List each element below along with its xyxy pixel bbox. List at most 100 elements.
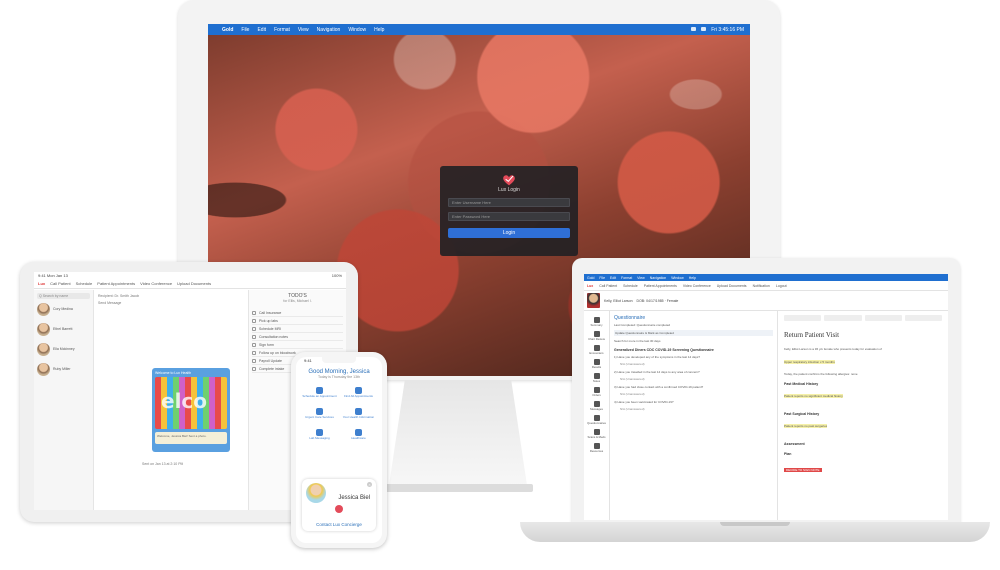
contact-search-input[interactable]: Q Search by name bbox=[37, 293, 90, 299]
menu-format[interactable]: Format bbox=[621, 276, 632, 280]
toolbar-schedule[interactable]: Schedule bbox=[76, 281, 93, 286]
lux-logo[interactable]: Lux bbox=[587, 284, 593, 288]
nav-chart-review[interactable]: Chart Review bbox=[584, 329, 609, 343]
battery-icon[interactable] bbox=[701, 26, 707, 31]
contact-item[interactable]: Ruby Miller bbox=[37, 363, 90, 376]
chat-send-message[interactable]: Send Message bbox=[98, 301, 244, 305]
toolbar-video-conference[interactable]: Video Conference bbox=[140, 281, 172, 286]
contacts-sidebar: Q Search by name Cory Medina Ethel Barre… bbox=[34, 290, 94, 510]
contact-item[interactable]: Ethel Barrett bbox=[37, 323, 90, 336]
tile-find-appointments[interactable]: Find All Appointments bbox=[341, 384, 376, 402]
chat-image-caption: Welcome to Lux Health bbox=[155, 371, 192, 375]
toolbar-logout[interactable]: Logout bbox=[776, 284, 787, 288]
nav-orders[interactable]: Orders bbox=[584, 385, 609, 399]
toolbar-notification[interactable]: Notification bbox=[753, 284, 770, 288]
tile-healthcare[interactable]: Healthcare bbox=[341, 426, 376, 444]
menu-app-name[interactable]: Gold bbox=[587, 276, 594, 280]
toolbar-video-conference[interactable]: Video Conference bbox=[683, 284, 711, 288]
nav-notes[interactable]: Notes bbox=[584, 371, 609, 385]
note-text: Kelly, Elliot Larson is a 36 y/o female … bbox=[784, 347, 882, 351]
checkbox[interactable] bbox=[252, 342, 256, 347]
lux-logo[interactable]: Lux bbox=[38, 281, 45, 286]
sign-note-badge[interactable]: DECIDE TO SIGN NOTE bbox=[784, 468, 822, 472]
menu-help[interactable]: Help bbox=[689, 276, 696, 280]
answer[interactable]: N/A (Unanswered) bbox=[620, 407, 773, 411]
tile-schedule-appointment[interactable]: Schedule an Appointment bbox=[302, 384, 337, 402]
heart-icon bbox=[335, 505, 343, 513]
menu-view[interactable]: View bbox=[637, 276, 645, 280]
checkbox[interactable] bbox=[252, 326, 256, 331]
menu-format[interactable]: Format bbox=[274, 27, 290, 33]
toolbar-schedule[interactable]: Schedule bbox=[623, 284, 638, 288]
toolbar-call-patient[interactable]: Call Patient bbox=[599, 284, 617, 288]
menu-navigation[interactable]: Navigation bbox=[650, 276, 667, 280]
nav-encounters[interactable]: Encounters bbox=[584, 343, 609, 357]
spacing-select[interactable] bbox=[904, 315, 942, 321]
nav-summary[interactable]: Summary bbox=[584, 315, 609, 329]
tile-health-information[interactable]: Your Health Information bbox=[341, 405, 376, 423]
nav-results[interactable]: Results bbox=[584, 357, 609, 371]
style-select[interactable] bbox=[864, 315, 902, 321]
checkbox[interactable] bbox=[252, 358, 256, 363]
ipad-time: 9:41 Mon Jan 13 bbox=[38, 273, 68, 278]
photo-text: elco bbox=[161, 389, 208, 413]
contact-name: Ruby Miller bbox=[53, 367, 71, 372]
contact-concierge-button[interactable]: Contact Lux Concierge bbox=[307, 522, 371, 527]
answer[interactable]: N/A (Unanswered) bbox=[620, 377, 773, 381]
todo-item[interactable]: Schedule MRI bbox=[252, 325, 343, 333]
checkbox[interactable] bbox=[252, 366, 256, 371]
todo-item[interactable]: Call Insurance bbox=[252, 309, 343, 317]
todo-item[interactable]: Pick up labs bbox=[252, 317, 343, 325]
menu-edit[interactable]: Edit bbox=[257, 27, 266, 33]
menu-window[interactable]: Window bbox=[348, 27, 366, 33]
contact-item[interactable]: Cory Medina bbox=[37, 303, 90, 316]
menu-help[interactable]: Help bbox=[374, 27, 384, 33]
checkbox[interactable] bbox=[252, 334, 256, 339]
tile-urgent-care[interactable]: Urgent Care Services bbox=[302, 405, 337, 423]
concierge-card: × Jessica Biel Contact Lux Concierge bbox=[302, 479, 376, 531]
checkbox[interactable] bbox=[252, 310, 256, 315]
contact-name: Ethel Barrett bbox=[53, 327, 73, 332]
chat-image-message[interactable]: Welcome to Lux Health elco Welcome, Jess… bbox=[152, 368, 230, 452]
contact-item[interactable]: Ella Mckinney bbox=[37, 343, 90, 356]
checkbox[interactable] bbox=[252, 318, 256, 323]
toolbar-upload-documents[interactable]: Upload Documents bbox=[717, 284, 747, 288]
nav-resources[interactable]: Resources bbox=[584, 441, 609, 455]
toolbar-appointments[interactable]: Patient Appointments bbox=[644, 284, 677, 288]
font-select[interactable] bbox=[784, 315, 822, 321]
password-field[interactable]: Enter Password Here bbox=[448, 212, 570, 221]
menu-app-name[interactable]: Gold bbox=[222, 27, 233, 33]
wifi-icon[interactable] bbox=[691, 26, 697, 31]
menu-file[interactable]: File bbox=[599, 276, 605, 280]
questionnaire-search[interactable]: Search for more in the last 30 days bbox=[614, 339, 773, 343]
tile-lab-messaging[interactable]: Lab Messaging bbox=[302, 426, 337, 444]
nav-messages[interactable]: Messages bbox=[584, 399, 609, 413]
username-field[interactable]: Enter Username Here bbox=[448, 198, 570, 207]
nav-questionnaires[interactable]: Questionnaires bbox=[584, 413, 609, 427]
visit-note-editor[interactable]: Return Patient Visit Kelly, Elliot Larso… bbox=[778, 311, 948, 520]
chat-timestamp: Sent on Jan 13 at 2:10 PM bbox=[142, 462, 184, 466]
todo-item[interactable]: Consultation notes bbox=[252, 333, 343, 341]
menu-file[interactable]: File bbox=[241, 27, 249, 33]
laptop-menubar: Gold File Edit Format View Navigation Wi… bbox=[584, 274, 948, 281]
toolbar-upload-documents[interactable]: Upload Documents bbox=[177, 281, 211, 286]
answer[interactable]: N/A (Unanswered) bbox=[620, 362, 773, 366]
nav-scans-meds[interactable]: Scans & Meds bbox=[584, 427, 609, 441]
menubar-clock[interactable]: Fri 3:45:16 PM bbox=[711, 27, 744, 33]
toolbar-call-patient[interactable]: Call Patient bbox=[50, 281, 70, 286]
note-title: Return Patient Visit bbox=[784, 331, 840, 339]
health-info-icon bbox=[355, 408, 362, 416]
menu-navigation[interactable]: Navigation bbox=[317, 27, 341, 33]
menu-view[interactable]: View bbox=[298, 27, 309, 33]
login-button[interactable]: Login bbox=[448, 228, 570, 238]
todo-item[interactable]: Sign form bbox=[252, 341, 343, 349]
menu-window[interactable]: Window bbox=[671, 276, 683, 280]
menu-edit[interactable]: Edit bbox=[610, 276, 616, 280]
mac-menubar: Gold File Edit Format View Navigation Wi… bbox=[208, 24, 750, 35]
answer[interactable]: N/A (Unanswered) bbox=[620, 392, 773, 396]
checkbox[interactable] bbox=[252, 350, 256, 355]
update-questionnaire-button[interactable]: Update Questionnaire & Mark as Completed bbox=[614, 330, 773, 336]
toolbar-appointments[interactable]: Patient Appointments bbox=[97, 281, 135, 286]
close-icon[interactable]: × bbox=[367, 482, 372, 487]
size-select[interactable] bbox=[824, 315, 862, 321]
